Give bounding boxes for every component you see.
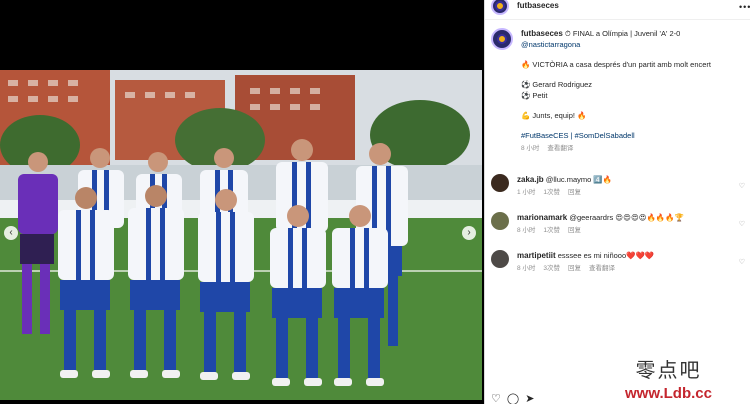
heart-icon[interactable]: ♡: [739, 258, 745, 266]
comment-likes[interactable]: 1次赞: [543, 189, 560, 196]
comment-username[interactable]: marionamark: [517, 213, 567, 222]
comment-item: martipetiit esssee es mi niñooo❤️❤️❤️ 8 …: [491, 250, 747, 274]
reply-button[interactable]: 回复: [568, 265, 581, 272]
caption-scorer1: ⚽ Gerard Rodriguez: [521, 80, 593, 89]
caption-mention[interactable]: @nastictarragona: [521, 40, 580, 49]
reply-button[interactable]: 回复: [568, 227, 581, 234]
comment-username[interactable]: zaka.jb: [517, 175, 544, 184]
comment-text: esssee es mi niñooo❤️❤️❤️: [557, 251, 655, 260]
comment-item: zaka.jb @lluc.maymo 4️⃣🔥 1 小时 1次赞 回复 ♡: [491, 174, 747, 198]
watermark-title: 零点吧: [635, 358, 702, 382]
caption-line3: 💪 Junts, equip! 🔥: [521, 111, 587, 120]
comment-likes[interactable]: 1次赞: [543, 227, 560, 234]
heart-icon[interactable]: ♡: [739, 220, 745, 228]
reply-button[interactable]: 回复: [568, 189, 581, 196]
post-media-pane: ‹ ›: [0, 0, 484, 404]
comment-text: @geeraardrs 😍😍😍😍🔥🔥🔥🏆: [569, 213, 684, 222]
previous-photo-button[interactable]: ‹: [4, 226, 18, 240]
watermark-url: www.Ldb.cc: [625, 385, 712, 402]
comment-likes[interactable]: 3次赞: [543, 265, 560, 272]
comments-pane: futbaseces ••• futbaseces ⏱ FINAL a Olím…: [484, 0, 750, 404]
see-translation-link[interactable]: 查看翻译: [547, 145, 573, 152]
comment-item: marionamark @geeraardrs 😍😍😍😍🔥🔥🔥🏆 8 小时 1次赞…: [491, 212, 747, 236]
comment-time: 8 小时: [517, 265, 536, 272]
comment-text: @lluc.maymo 4️⃣🔥: [545, 175, 613, 184]
next-photo-button[interactable]: ›: [462, 226, 476, 240]
caption-scorer2: ⚽ Petit: [521, 91, 548, 100]
commenter-avatar[interactable]: [491, 250, 509, 268]
caption-avatar[interactable]: [491, 28, 513, 50]
comment-username[interactable]: martipetiit: [517, 251, 556, 260]
post-header: futbaseces: [485, 0, 750, 20]
caption-time: 8 小时: [521, 145, 540, 152]
caption-line1: ⏱ FINAL a Olímpia | Juvenil 'A' 2-0: [564, 29, 681, 38]
see-translation-link[interactable]: 查看翻译: [589, 265, 615, 272]
ellipsis-icon[interactable]: •••: [739, 2, 750, 12]
like-icon[interactable]: ♡: [491, 392, 501, 404]
chevron-left-icon: ‹: [9, 227, 13, 238]
heart-icon[interactable]: ♡: [739, 182, 745, 190]
action-bar: ♡ ◯ ➤: [491, 392, 534, 404]
caption-hashtags[interactable]: #FutBaseCES | #SomDelSabadell: [521, 130, 711, 141]
chevron-right-icon: ›: [467, 227, 471, 238]
author-username[interactable]: futbaseces: [517, 1, 559, 10]
author-avatar[interactable]: [491, 0, 509, 15]
caption: futbaseces ⏱ FINAL a Olímpia | Juvenil '…: [491, 28, 747, 154]
team-photo: [0, 70, 482, 400]
share-icon[interactable]: ➤: [525, 392, 534, 404]
comment-time: 8 小时: [517, 227, 536, 234]
comment-time: 1 小时: [517, 189, 536, 196]
watermark: 零点吧 www.Ldb.cc: [625, 354, 712, 402]
caption-line2: 🔥 VICTÒRIA a casa després d'un partit am…: [521, 60, 712, 69]
caption-username[interactable]: futbaseces: [521, 29, 563, 38]
comment-icon[interactable]: ◯: [507, 392, 519, 404]
commenter-avatar[interactable]: [491, 174, 509, 192]
commenter-avatar[interactable]: [491, 212, 509, 230]
